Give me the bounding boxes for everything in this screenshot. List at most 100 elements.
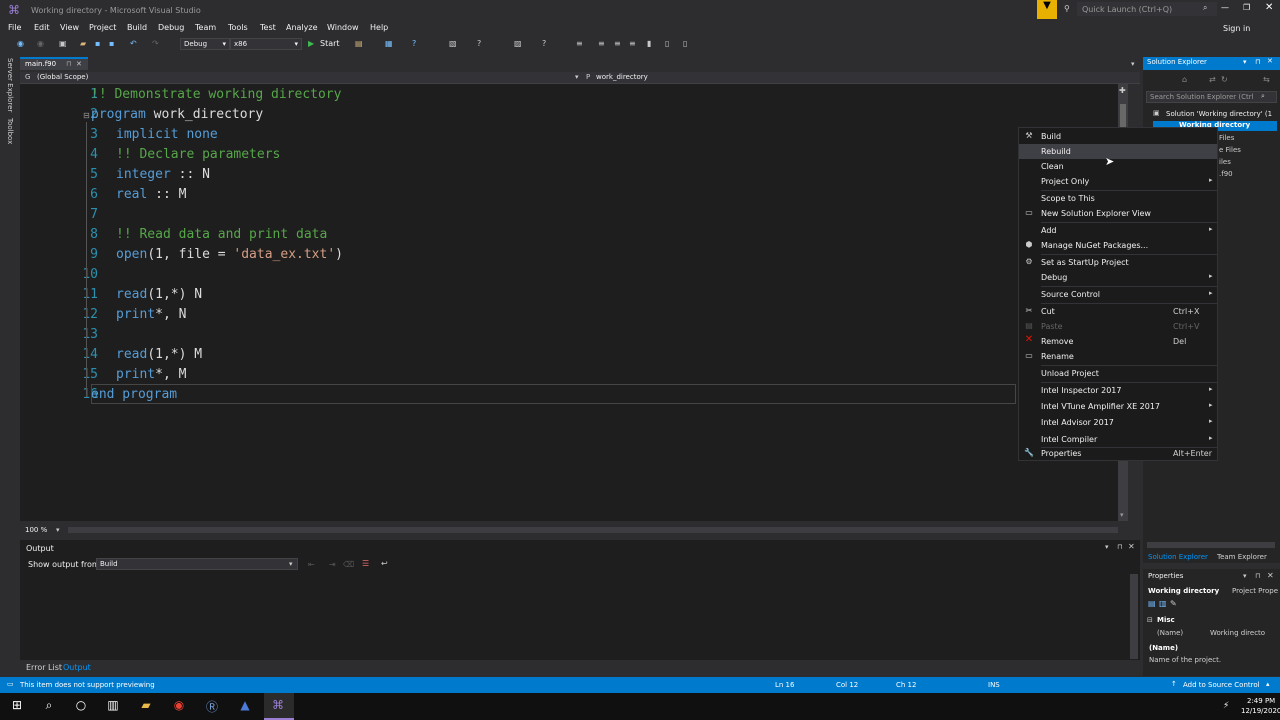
split-icon[interactable]: ✚ <box>1119 86 1126 95</box>
sign-in-link[interactable]: Sign in <box>1223 24 1250 33</box>
back-icon[interactable]: ◉ <box>17 39 24 48</box>
menu-item-debug[interactable]: Debug ▸ <box>1019 270 1217 285</box>
menu-analyze[interactable]: Analyze <box>286 23 318 32</box>
menu-build[interactable]: Build <box>127 23 147 32</box>
clear-output-icon[interactable]: ☰ <box>362 559 369 568</box>
close-icon[interactable]: ✕ <box>1267 571 1274 580</box>
menu-item-intel-vtune[interactable]: Intel VTune Amplifier XE 2017 ▸ <box>1019 399 1217 414</box>
collapse-icon[interactable]: ⊟ <box>1147 616 1153 624</box>
sync-icon[interactable]: ⇄ <box>1209 75 1216 84</box>
new-project-icon[interactable]: ▣ <box>59 39 67 48</box>
solution-search-input[interactable]: Search Solution Explorer (Ctrl ⌕ <box>1146 91 1277 103</box>
windows-start-icon[interactable]: ⊞ <box>8 698 26 716</box>
clock-date[interactable]: 12/19/2020 <box>1241 707 1280 715</box>
menu-item-unload[interactable]: Unload Project <box>1019 366 1217 381</box>
menu-item-remove[interactable]: ✕ Remove Del <box>1019 334 1217 349</box>
word-wrap-icon[interactable]: ↩ <box>381 559 388 568</box>
tab-output[interactable]: Output <box>63 663 91 672</box>
open-file-icon[interactable]: ▰ <box>80 39 86 48</box>
panel-menu-icon[interactable]: ▾ <box>1243 572 1247 580</box>
chevron-down-icon[interactable]: ▾ <box>575 73 579 81</box>
quick-launch-box[interactable]: Quick Launch (Ctrl+Q) ⌕ <box>1077 2 1217 16</box>
tree-fragment[interactable]: e Files <box>1219 146 1241 154</box>
close-icon[interactable]: ✕ <box>1267 57 1273 65</box>
intel-app-icon[interactable]: ▲ <box>236 698 254 716</box>
property-value[interactable]: Working directo <box>1210 629 1265 637</box>
save-all-icon[interactable]: ▪ <box>109 39 114 48</box>
scrollbar-thumb[interactable] <box>1120 104 1126 129</box>
solution-node[interactable]: Solution 'Working directory' (1 <box>1166 110 1272 118</box>
redo-icon[interactable]: ↷ <box>152 39 159 48</box>
chrome-icon[interactable]: ◉ <box>170 698 188 716</box>
menu-item-properties[interactable]: 🔧 Properties Alt+Enter <box>1019 446 1217 461</box>
scope-dropdown[interactable]: (Global Scope) <box>37 73 88 81</box>
solution-config-select[interactable]: Debug ▾ <box>180 38 230 50</box>
question-icon[interactable]: ? <box>542 39 546 48</box>
goto-next-icon[interactable]: ⇥ <box>329 560 336 569</box>
server-explorer-tab[interactable]: Server Explorer <box>6 58 14 112</box>
chevron-down-icon[interactable]: ▾ <box>56 526 60 534</box>
collapse-icon[interactable]: ⊟ <box>83 111 90 120</box>
uncomment-icon[interactable]: ≡ <box>629 39 636 48</box>
output-source-select[interactable]: Build ▾ <box>96 558 298 570</box>
tab-pin-icon[interactable]: ⊓ <box>66 60 71 68</box>
menu-item-source-control[interactable]: Source Control ▸ <box>1019 287 1217 302</box>
bookmark-icon[interactable]: ▮ <box>647 39 651 48</box>
home-icon[interactable]: ⌂ <box>1182 75 1187 84</box>
chevron-up-icon[interactable]: ▴ <box>1266 680 1270 688</box>
menu-item-project-only[interactable]: Project Only ▸ <box>1019 174 1217 189</box>
network-icon[interactable]: ⚡ <box>1223 701 1229 711</box>
help-icon[interactable]: ? <box>412 39 416 48</box>
notification-flag-icon[interactable]: ▼ <box>1037 0 1057 19</box>
menu-window[interactable]: Window <box>327 23 359 32</box>
menu-item-intel-compiler[interactable]: Intel Compiler ▸ <box>1019 432 1217 447</box>
menu-item-cut[interactable]: ✂ Cut Ctrl+X <box>1019 304 1217 319</box>
diagnostic-icon[interactable]: ▨ <box>514 39 522 48</box>
output-scrollbar[interactable] <box>1130 574 1138 659</box>
r-app-icon[interactable]: Ⓡ <box>203 698 221 716</box>
zoom-level[interactable]: 100 % <box>25 526 47 534</box>
horizontal-scrollbar[interactable] <box>68 527 1118 533</box>
menu-file[interactable]: File <box>8 23 21 32</box>
bookmark-next-icon[interactable]: ▯ <box>683 39 687 48</box>
categorized-icon[interactable]: ▤ <box>1148 599 1156 608</box>
attach-icon[interactable]: ▤ <box>355 39 363 48</box>
menu-help[interactable]: Help <box>370 23 388 32</box>
browser-icon[interactable]: ▦ <box>385 39 393 48</box>
window-layout-icon[interactable]: ▧ <box>449 39 457 48</box>
menu-item-scope-to-this[interactable]: Scope to This <box>1019 191 1217 206</box>
code-editor[interactable]: 1 2 3 4 5 6 7 8 9 10 11 12 13 14 15 16 ⊟… <box>20 84 1118 521</box>
start-play-icon[interactable]: ▶ <box>308 39 314 48</box>
panel-menu-icon[interactable]: ▾ <box>1243 58 1247 66</box>
tab-team-explorer[interactable]: Team Explorer <box>1217 553 1267 561</box>
file-explorer-icon[interactable]: ▰ <box>137 698 155 716</box>
solution-platform-select[interactable]: x86 ▾ <box>230 38 302 50</box>
menu-item-intel-advisor[interactable]: Intel Advisor 2017 ▸ <box>1019 415 1217 430</box>
search-icon[interactable]: ⌕ <box>40 698 58 716</box>
visual-studio-taskbar-button[interactable]: ⌘ <box>264 693 294 720</box>
forward-icon[interactable]: ◉ <box>37 39 44 48</box>
bookmark-prev-icon[interactable]: ▯ <box>665 39 669 48</box>
tab-overflow-icon[interactable]: ▾ <box>1131 60 1135 68</box>
alphabetical-icon[interactable]: ▥ <box>1159 599 1167 608</box>
menu-item-build[interactable]: ⚒ Build <box>1019 129 1217 144</box>
add-to-source-control[interactable]: Add to Source Control <box>1183 681 1260 689</box>
tab-main-f90[interactable]: main.f90 ⊓ ✕ <box>20 57 88 70</box>
menu-item-rename[interactable]: ▭ Rename <box>1019 349 1217 364</box>
menu-project[interactable]: Project <box>89 23 116 32</box>
start-button-label[interactable]: Start <box>320 39 340 48</box>
task-view-icon[interactable]: ▥ <box>104 698 122 716</box>
menu-test[interactable]: Test <box>260 23 276 32</box>
cortana-icon[interactable]: ○ <box>72 698 90 716</box>
pin-icon[interactable]: ⊓ <box>1117 543 1122 551</box>
se-hscrollbar[interactable] <box>1147 542 1275 548</box>
menu-view[interactable]: View <box>60 23 79 32</box>
clock-time[interactable]: 2:49 PM <box>1247 697 1275 705</box>
undo-icon[interactable]: ↶ <box>130 39 137 48</box>
tree-fragment[interactable]: .f90 <box>1219 170 1233 178</box>
pin-icon[interactable]: ⊓ <box>1255 58 1260 66</box>
menu-item-add[interactable]: Add ▸ <box>1019 223 1217 238</box>
settings-icon[interactable]: ⇆ <box>1263 75 1270 84</box>
info-icon[interactable]: ? <box>477 39 481 48</box>
restore-icon[interactable]: ❐ <box>1243 3 1250 12</box>
